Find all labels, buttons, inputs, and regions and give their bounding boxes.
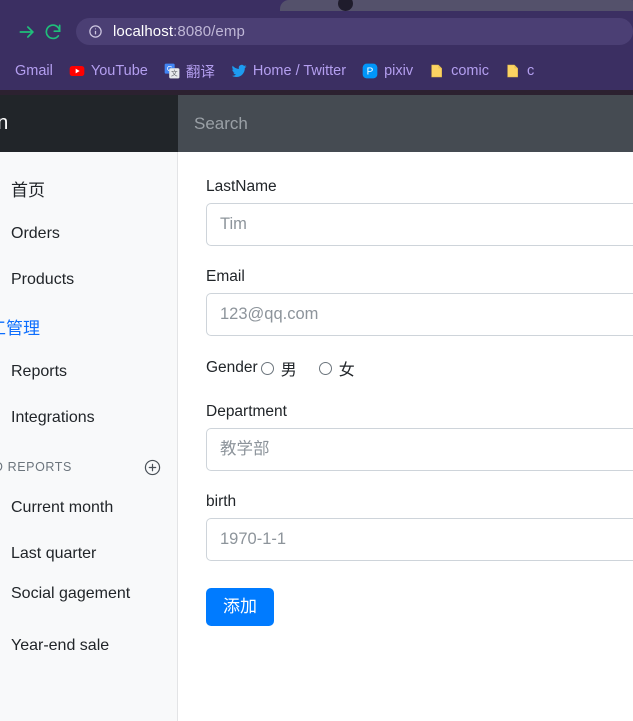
- sidebar-section-label: VED REPORTS: [0, 460, 72, 474]
- forward-arrow-icon[interactable]: [14, 19, 40, 45]
- sidebar-item-home[interactable]: 首页: [0, 165, 177, 211]
- lastname-label: LastName: [206, 178, 277, 195]
- sidebar-item-label: Reports: [11, 363, 68, 380]
- sidebar-item-label: Social gagement: [11, 585, 131, 602]
- radio-icon[interactable]: [318, 361, 332, 375]
- browser-toolbar: localhost:8080/emp: [0, 11, 633, 52]
- search-input[interactable]: [194, 113, 494, 134]
- svg-text:P: P: [367, 67, 374, 78]
- url-path: :8080/emp: [173, 23, 245, 40]
- bookmark-translate[interactable]: G 文 翻译: [157, 58, 222, 84]
- bookmark-youtube[interactable]: YouTube: [62, 58, 155, 84]
- google-translate-icon: G 文: [164, 63, 180, 79]
- lastname-input[interactable]: [206, 203, 633, 246]
- sidebar-item-label: Current month: [11, 499, 114, 516]
- bookmark-gmail[interactable]: Gmail: [8, 58, 60, 84]
- birth-label: birth: [206, 493, 237, 510]
- svg-text:文: 文: [171, 69, 178, 78]
- gender-option-label: 女: [338, 362, 355, 379]
- app-viewport: min 首页 Orders Products 工管理 Reports Integ…: [0, 95, 633, 721]
- bookmark-folder-comic[interactable]: comic: [422, 58, 496, 84]
- bookmark-label: Home / Twitter: [252, 63, 347, 79]
- bookmark-label: Gmail: [15, 63, 53, 79]
- birth-input[interactable]: [206, 518, 633, 561]
- sidebar-item-label: 工管理: [0, 318, 40, 338]
- app-navbar: [178, 95, 633, 152]
- sidebar-item-label: Last quarter: [11, 545, 97, 562]
- sidebar-item-employee-management[interactable]: 工管理: [0, 303, 177, 349]
- browser-tab[interactable]: [280, 0, 633, 11]
- sidebar-item-orders[interactable]: Orders: [0, 211, 177, 257]
- bookmark-label: c: [526, 63, 535, 79]
- app-brand-bar: min: [0, 95, 178, 152]
- sidebar-item-last-quarter[interactable]: Last quarter: [0, 531, 177, 577]
- sidebar-item-products[interactable]: Products: [0, 257, 177, 303]
- sidebar-item-label: Year-end sale: [11, 637, 110, 654]
- sidebar-item-current-month[interactable]: Current month: [0, 485, 177, 531]
- plus-circle-icon[interactable]: [144, 459, 161, 476]
- bookmark-label: pixiv: [384, 63, 414, 79]
- gender-option-label: 男: [280, 362, 297, 379]
- department-label: Department: [206, 403, 287, 420]
- folder-icon: [431, 64, 443, 78]
- browser-chrome: localhost:8080/emp Gmail YouTube G 文 翻译: [0, 0, 633, 95]
- bookmark-pixiv[interactable]: P pixiv: [355, 58, 420, 84]
- twitter-icon: [231, 64, 247, 78]
- gender-option-male[interactable]: 男: [260, 356, 297, 380]
- bookmark-twitter[interactable]: Home / Twitter: [224, 58, 353, 84]
- bookmarks-bar: Gmail YouTube G 文 翻译 Home / Twitter: [0, 52, 633, 90]
- folder-icon: [507, 64, 518, 78]
- sidebar-item-label: 首页: [11, 180, 45, 200]
- employee-form: LastName Email Gender 男 女 Department bir…: [179, 152, 633, 721]
- sidebar-item-label: Orders: [11, 225, 60, 242]
- sidebar-item-integrations[interactable]: Integrations: [0, 395, 177, 441]
- department-input[interactable]: [206, 428, 633, 471]
- sidebar-item-label: Products: [11, 271, 75, 288]
- reload-icon[interactable]: [40, 19, 66, 45]
- email-input[interactable]: [206, 293, 633, 336]
- address-bar[interactable]: localhost:8080/emp: [76, 18, 633, 45]
- app-brand-title: min: [0, 112, 9, 134]
- bookmark-label: 翻译: [185, 64, 215, 81]
- bookmark-label: YouTube: [90, 63, 148, 79]
- email-label: Email: [206, 268, 245, 285]
- url-host: localhost: [113, 23, 174, 40]
- site-info-icon[interactable]: [88, 24, 103, 39]
- radio-icon[interactable]: [260, 361, 274, 375]
- bookmark-folder-c[interactable]: c: [498, 58, 541, 84]
- sidebar-item-label: Integrations: [11, 409, 95, 426]
- sidebar: 首页 Orders Products 工管理 Reports Integrati…: [0, 152, 178, 721]
- pixiv-icon: P: [362, 63, 378, 79]
- address-bar-url: localhost:8080/emp: [113, 23, 245, 40]
- bookmark-label: comic: [451, 63, 489, 79]
- sidebar-section-saved-reports: VED REPORTS: [0, 451, 177, 483]
- gender-field: Gender 男 女: [206, 356, 633, 380]
- gender-label: Gender: [206, 359, 258, 376]
- sidebar-item-social-engagement[interactable]: Social gagement: [0, 577, 177, 623]
- sidebar-item-year-end-sale[interactable]: Year-end sale: [0, 623, 177, 669]
- sidebar-item-reports[interactable]: Reports: [0, 349, 177, 395]
- youtube-icon: [69, 66, 85, 76]
- gender-option-female[interactable]: 女: [318, 356, 355, 380]
- tab-strip: [0, 0, 633, 11]
- add-employee-button[interactable]: 添加: [206, 588, 274, 627]
